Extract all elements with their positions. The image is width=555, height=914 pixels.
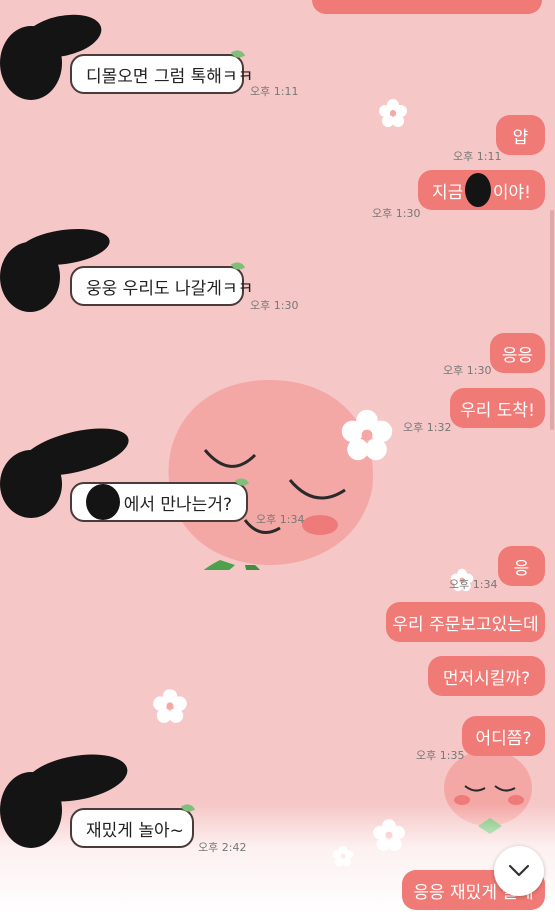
timestamp: 오후 1:30 — [443, 364, 492, 377]
outgoing-message-bubble[interactable]: 응응 — [490, 333, 545, 373]
peach-character-illustration — [168, 380, 374, 570]
message-text: 웅웅 우리도 나갈게ㅋㅋ — [86, 278, 254, 299]
timestamp: 오후 1:35 — [416, 749, 465, 762]
flower-decoration — [379, 99, 407, 127]
outgoing-message-bubble[interactable]: 우리 도착! — [450, 388, 545, 428]
scrollbar[interactable] — [550, 210, 554, 430]
outgoing-message-bubble[interactable]: 우리 주문보고있는데 — [386, 602, 545, 642]
incoming-message-bubble[interactable]: 재밌게 놀아~ — [70, 802, 196, 848]
timestamp: 오후 2:42 — [198, 841, 247, 854]
message-text: 에서 만나는거? — [123, 494, 232, 515]
timestamp: 오후 1:32 — [403, 421, 452, 434]
message-text: 얍 — [512, 127, 529, 148]
incoming-message-bubble[interactable]: 에서 만나는거? — [70, 476, 250, 522]
chat-area[interactable]: 디몰오면 그럼 톡해ㅋㅋ 오후 1:11 얍 오후 1:11 지금 이야! 오후… — [0, 0, 555, 914]
incoming-message-bubble[interactable]: 웅웅 우리도 나갈게ㅋㅋ — [70, 260, 253, 306]
outgoing-message-bubble[interactable]: 지금 이야! — [418, 170, 545, 210]
leaf-icon — [230, 48, 246, 60]
flower-decoration — [153, 689, 187, 723]
message-text: 이야! — [492, 182, 531, 203]
message-text: 먼저시킬까? — [442, 668, 531, 689]
message-text: 우리 도착! — [460, 400, 535, 421]
timestamp: 오후 1:11 — [453, 150, 502, 163]
incoming-message-bubble[interactable]: 디몰오면 그럼 톡해ㅋㅋ — [70, 48, 253, 94]
message-text: 어디쯤? — [475, 728, 532, 749]
message-text: 응 — [513, 558, 530, 579]
message-text: 재밌게 놀아~ — [86, 820, 184, 841]
outgoing-message-bubble[interactable] — [312, 0, 542, 14]
message-text: 디몰오면 그럼 톡해ㅋㅋ — [86, 66, 254, 87]
leaf-icon — [230, 260, 246, 272]
message-text: 응응 — [501, 345, 534, 366]
timestamp: 오후 1:34 — [256, 513, 305, 526]
outgoing-message-bubble[interactable]: 얍 — [496, 115, 545, 155]
timestamp: 오후 1:11 — [250, 85, 299, 98]
timestamp: 오후 1:30 — [250, 299, 299, 312]
redacted-text — [86, 484, 120, 520]
timestamp: 오후 1:30 — [372, 207, 421, 220]
message-text: 지금 — [432, 182, 464, 203]
chevron-down-icon — [508, 864, 530, 877]
outgoing-message-bubble[interactable]: 먼저시킬까? — [428, 656, 545, 696]
outgoing-message-bubble[interactable]: 어디쯤? — [462, 716, 545, 756]
flower-decoration — [341, 409, 393, 461]
redacted-text — [465, 173, 491, 207]
timestamp: 오후 1:34 — [449, 578, 498, 591]
outgoing-message-bubble[interactable]: 응 — [498, 546, 545, 586]
scroll-to-bottom-button[interactable] — [494, 846, 544, 896]
message-text: 우리 주문보고있는데 — [392, 614, 539, 635]
